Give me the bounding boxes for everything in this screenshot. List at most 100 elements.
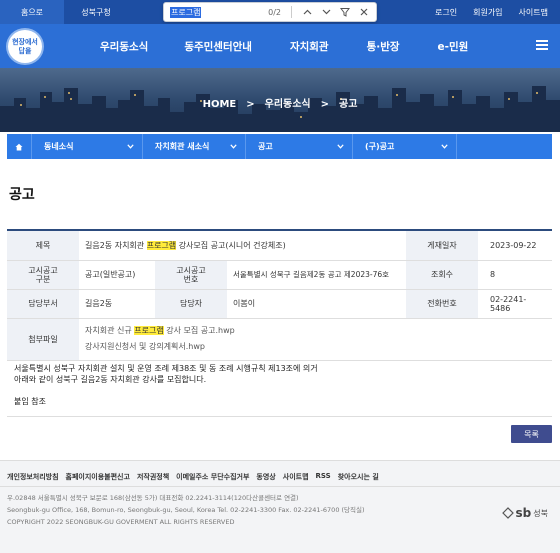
dept-label: 담당부서 — [7, 289, 79, 319]
footer-link[interactable]: 개인정보처리방침 — [7, 472, 59, 482]
page-title: 공고 — [9, 187, 35, 203]
sub-nav: 동네소식 자치회관 새소식 공고 (구)공고 — [7, 134, 552, 159]
footer-address-ko: 우.02848 서울특별시 성북구 보문로 168(삼선동 5가) 대표전화 0… — [7, 494, 299, 502]
number-label-1: 고시공고 — [176, 265, 206, 275]
date-label: 게재일자 — [406, 231, 478, 261]
footer-link[interactable]: RSS — [316, 472, 331, 482]
title-label: 제목 — [7, 231, 79, 261]
chevron-down-icon — [441, 144, 448, 149]
post-title-pre: 길음2동 자치회관 — [85, 240, 147, 250]
footer-address-en: Seongbuk-gu Office, 168, Bomun-ro, Seong… — [7, 506, 365, 514]
breadcrumb-sep: > — [320, 99, 330, 110]
chevron-down-icon — [230, 144, 237, 149]
footer-links: 개인정보처리방침 홈페이지이용불편신고 저작권정책 이메일주소 무단수집거부 동… — [7, 472, 379, 482]
number-label-2: 번호 — [183, 274, 199, 284]
type-label-2: 구분 — [35, 274, 51, 284]
footer-logo-text: sb — [515, 506, 532, 520]
footer-link[interactable]: 동영상 — [256, 472, 275, 482]
find-separator — [291, 6, 292, 18]
main-nav: 현장에서 답을 우리동소식 동주민센터안내 자치회관 통·반장 e-민원 — [0, 24, 560, 68]
post-title-post: 강사모집 공고(시니어 건강체조) — [176, 240, 286, 250]
subnav-dropdown-1[interactable]: 동네소식 — [32, 134, 143, 159]
body-line: 아래와 같이 성북구 길음2동 자치회관 강사를 모집합니다. — [14, 375, 207, 384]
attachment-link[interactable]: 강사지원신청서 및 강의계획서.hwp — [85, 339, 546, 355]
chevron-down-icon — [337, 144, 344, 149]
list-button[interactable]: 목록 — [511, 425, 552, 443]
footer-logo-sub: 성북 — [533, 508, 548, 518]
breadcrumb-home[interactable]: HOME — [203, 99, 237, 110]
login-link[interactable]: 로그인 — [435, 7, 457, 18]
subnav-label: 동네소식 — [44, 142, 74, 151]
subnav-dropdown-4[interactable]: (구)공고 — [353, 134, 457, 159]
sitemap-link[interactable]: 사이트맵 — [519, 7, 548, 18]
home-link[interactable]: 홈으로 — [0, 0, 64, 24]
find-input[interactable]: 프로그램 — [170, 6, 202, 18]
footer-copyright: COPYRIGHT 2022 SEONGBUK-GU GOVERMENT ALL… — [7, 518, 235, 526]
post-detail-table: 제목 길음2동 자치회관 프로그램 강사모집 공고(시니어 건강체조) 게재일자… — [7, 231, 552, 361]
office-link[interactable]: 성북구청 — [64, 0, 128, 24]
type-label: 고시공고 구분 — [7, 260, 79, 290]
footer-link[interactable]: 사이트맵 — [283, 472, 309, 482]
post-person: 이봄이 — [227, 289, 406, 319]
footer-logo: sb 성북 — [501, 506, 548, 520]
subnav-label: (구)공고 — [365, 142, 395, 151]
breadcrumb-level1[interactable]: 우리동소식 — [265, 99, 311, 110]
chevron-down-icon[interactable] — [319, 5, 333, 19]
nav-item-hall[interactable]: 자치회관 — [290, 39, 329, 54]
post-date: 2023-09-22 — [478, 231, 552, 261]
footer-link[interactable]: 홈페이지이용불편신고 — [66, 472, 130, 482]
footer-link[interactable]: 찾아오시는 길 — [338, 472, 379, 482]
post-dept: 길음2동 — [79, 289, 155, 319]
subnav-dropdown-2[interactable]: 자치회관 새소식 — [143, 134, 246, 159]
footer-info: 우.02848 서울특별시 성북구 보문로 168(삼선동 5가) 대표전화 0… — [7, 492, 365, 528]
post-title: 길음2동 자치회관 프로그램 강사모집 공고(시니어 건강체조) — [79, 231, 406, 261]
subnav-dropdown-3[interactable]: 공고 — [246, 134, 353, 159]
footer: 개인정보처리방침 홈페이지이용불편신고 저작권정책 이메일주소 무단수집거부 동… — [0, 460, 560, 553]
nav-item-tongban[interactable]: 통·반장 — [367, 39, 400, 54]
logo-line-1: 현장에서 — [12, 37, 38, 46]
nav-item-center[interactable]: 동주민센터안내 — [184, 39, 252, 54]
nav-item-eminwon[interactable]: e-민원 — [438, 39, 469, 54]
breadcrumb-sep: > — [246, 99, 255, 110]
number-label: 고시공고 번호 — [155, 260, 227, 290]
body-line: 붙임 참조 — [14, 397, 46, 406]
breadcrumb: HOME > 우리동소식 > 공고 — [0, 95, 560, 110]
post-body: 서울특별시 성북구 자치회관 설치 및 운영 조례 제38조 및 동 조례 시행… — [14, 363, 318, 407]
views-label: 조회수 — [406, 260, 478, 290]
subnav-label: 공고 — [258, 142, 273, 151]
phone-label: 전화번호 — [406, 289, 478, 319]
find-count: 0/2 — [268, 7, 281, 17]
chevron-up-icon[interactable] — [300, 5, 314, 19]
close-icon[interactable] — [357, 5, 371, 19]
post-type: 공고(일반공고) — [79, 260, 155, 290]
find-highlight: 프로그램 — [134, 326, 164, 335]
attachment-text: 강사 모집 공고.hwp — [163, 326, 235, 335]
join-link[interactable]: 회원가입 — [473, 7, 502, 18]
post-views: 8 — [478, 260, 552, 290]
person-label: 담당자 — [155, 289, 227, 319]
type-label-1: 고시공고 — [28, 265, 58, 275]
main-menu: 우리동소식 동주민센터안내 자치회관 통·반장 e-민원 — [100, 24, 468, 68]
footer-link[interactable]: 저작권정책 — [137, 472, 169, 482]
logo-line-2: 답을 — [18, 46, 32, 55]
menu-icon[interactable] — [536, 40, 548, 50]
attachments: 자치회관 신규 프로그램 강사 모집 공고.hwp 강사지원신청서 및 강의계획… — [79, 318, 552, 361]
site-logo[interactable]: 현장에서 답을 — [6, 28, 44, 65]
footer-link[interactable]: 이메일주소 무단수집거부 — [176, 472, 249, 482]
filter-icon[interactable] — [338, 5, 352, 19]
body-divider — [7, 416, 552, 417]
breadcrumb-level2[interactable]: 공고 — [339, 99, 357, 110]
nav-item-news[interactable]: 우리동소식 — [100, 39, 148, 54]
attach-label: 첨부파일 — [7, 318, 79, 361]
attachment-link[interactable]: 자치회관 신규 프로그램 강사 모집 공고.hwp — [85, 323, 546, 339]
attachment-text: 자치회관 신규 — [85, 326, 135, 335]
post-phone: 02-2241-5486 — [478, 289, 552, 319]
subnav-label: 자치회관 새소식 — [155, 142, 210, 151]
post-number: 서울특별시 성북구 길음제2동 공고 제2023-76호 — [227, 260, 406, 290]
home-icon[interactable] — [7, 134, 32, 159]
footer-divider — [0, 486, 560, 487]
body-line: 서울특별시 성북구 자치회관 설치 및 운영 조례 제38조 및 동 조례 시행… — [14, 364, 318, 373]
chevron-down-icon — [127, 144, 134, 149]
find-highlight: 프로그램 — [146, 240, 177, 250]
find-bar: 프로그램 0/2 — [163, 2, 377, 22]
